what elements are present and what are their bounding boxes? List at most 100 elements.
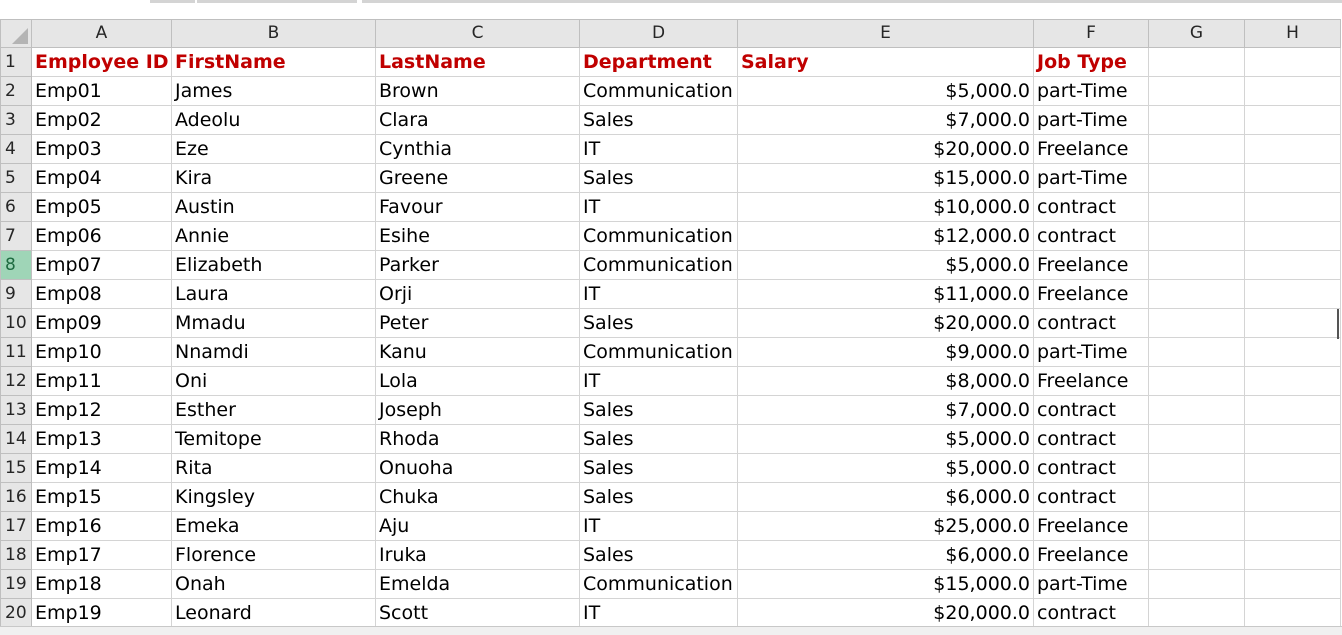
cell-e4[interactable]: $20,000.0 (737, 134, 1034, 164)
cell-a1[interactable]: Employee ID (31, 47, 172, 77)
cell-c17[interactable]: Aju (375, 511, 580, 541)
cell-f5[interactable]: part-Time (1033, 163, 1149, 193)
cell-h18[interactable] (1244, 540, 1341, 570)
cell-d7[interactable]: Communication (579, 221, 738, 251)
cell-b2[interactable]: James (171, 76, 376, 106)
cell-g13[interactable] (1148, 395, 1245, 425)
cell-d10[interactable]: Sales (579, 308, 738, 338)
column-header-e[interactable]: E (737, 19, 1034, 48)
row-header[interactable]: 6 (0, 192, 32, 222)
cell-e18[interactable]: $6,000.0 (737, 540, 1034, 570)
cell-a16[interactable]: Emp15 (31, 482, 172, 512)
cell-g8[interactable] (1148, 250, 1245, 280)
cell-c2[interactable]: Brown (375, 76, 580, 106)
cell-b1[interactable]: FirstName (171, 47, 376, 77)
cell-f20[interactable]: contract (1033, 598, 1149, 628)
cell-c13[interactable]: Joseph (375, 395, 580, 425)
cell-d17[interactable]: IT (579, 511, 738, 541)
cell-b5[interactable]: Kira (171, 163, 376, 193)
cell-h3[interactable] (1244, 105, 1341, 135)
cell-c5[interactable]: Greene (375, 163, 580, 193)
cell-d11[interactable]: Communication (579, 337, 738, 367)
cell-b18[interactable]: Florence (171, 540, 376, 570)
cell-c18[interactable]: Iruka (375, 540, 580, 570)
cell-h20[interactable] (1244, 598, 1341, 628)
cell-h15[interactable] (1244, 453, 1341, 483)
cell-a10[interactable]: Emp09 (31, 308, 172, 338)
cell-a15[interactable]: Emp14 (31, 453, 172, 483)
cell-f12[interactable]: Freelance (1033, 366, 1149, 396)
cell-b20[interactable]: Leonard (171, 598, 376, 628)
row-header[interactable]: 17 (0, 511, 32, 541)
cell-d13[interactable]: Sales (579, 395, 738, 425)
cell-g7[interactable] (1148, 221, 1245, 251)
cell-h10[interactable] (1244, 308, 1341, 338)
cell-h2[interactable] (1244, 76, 1341, 106)
column-header-c[interactable]: C (375, 19, 580, 48)
cell-a8[interactable]: Emp07 (31, 250, 172, 280)
cell-e8[interactable]: $5,000.0 (737, 250, 1034, 280)
cell-e15[interactable]: $5,000.0 (737, 453, 1034, 483)
cell-c10[interactable]: Peter (375, 308, 580, 338)
cell-d1[interactable]: Department (579, 47, 738, 77)
row-header[interactable]: 12 (0, 366, 32, 396)
cell-e7[interactable]: $12,000.0 (737, 221, 1034, 251)
cell-f1[interactable]: Job Type (1033, 47, 1149, 77)
cell-f10[interactable]: contract (1033, 308, 1149, 338)
cell-e16[interactable]: $6,000.0 (737, 482, 1034, 512)
cell-e20[interactable]: $20,000.0 (737, 598, 1034, 628)
row-header[interactable]: 10 (0, 308, 32, 338)
cell-f11[interactable]: part-Time (1033, 337, 1149, 367)
cell-b14[interactable]: Temitope (171, 424, 376, 454)
cell-h12[interactable] (1244, 366, 1341, 396)
row-header[interactable]: 9 (0, 279, 32, 309)
cell-d12[interactable]: IT (579, 366, 738, 396)
cell-f16[interactable]: contract (1033, 482, 1149, 512)
row-header[interactable]: 7 (0, 221, 32, 251)
cell-f17[interactable]: Freelance (1033, 511, 1149, 541)
cell-c4[interactable]: Cynthia (375, 134, 580, 164)
row-header[interactable]: 3 (0, 105, 32, 135)
cell-b4[interactable]: Eze (171, 134, 376, 164)
cell-h14[interactable] (1244, 424, 1341, 454)
cell-h4[interactable] (1244, 134, 1341, 164)
cell-f6[interactable]: contract (1033, 192, 1149, 222)
cell-f7[interactable]: contract (1033, 221, 1149, 251)
row-header[interactable]: 15 (0, 453, 32, 483)
cell-h9[interactable] (1244, 279, 1341, 309)
cell-g9[interactable] (1148, 279, 1245, 309)
cell-h17[interactable] (1244, 511, 1341, 541)
cell-a3[interactable]: Emp02 (31, 105, 172, 135)
cell-f8[interactable]: Freelance (1033, 250, 1149, 280)
cell-g16[interactable] (1148, 482, 1245, 512)
cell-e13[interactable]: $7,000.0 (737, 395, 1034, 425)
row-header[interactable]: 19 (0, 569, 32, 599)
cell-e14[interactable]: $5,000.0 (737, 424, 1034, 454)
cell-h13[interactable] (1244, 395, 1341, 425)
cell-g10[interactable] (1148, 308, 1245, 338)
cell-c11[interactable]: Kanu (375, 337, 580, 367)
column-header-b[interactable]: B (171, 19, 376, 48)
cell-h8[interactable] (1244, 250, 1341, 280)
cell-e19[interactable]: $15,000.0 (737, 569, 1034, 599)
cell-b8[interactable]: Elizabeth (171, 250, 376, 280)
cell-a13[interactable]: Emp12 (31, 395, 172, 425)
cell-f18[interactable]: Freelance (1033, 540, 1149, 570)
cell-b3[interactable]: Adeolu (171, 105, 376, 135)
cell-d6[interactable]: IT (579, 192, 738, 222)
cell-c6[interactable]: Favour (375, 192, 580, 222)
cell-b10[interactable]: Mmadu (171, 308, 376, 338)
cell-a6[interactable]: Emp05 (31, 192, 172, 222)
cell-d9[interactable]: IT (579, 279, 738, 309)
row-header[interactable]: 14 (0, 424, 32, 454)
cell-e1[interactable]: Salary (737, 47, 1034, 77)
row-header[interactable]: 11 (0, 337, 32, 367)
cell-c14[interactable]: Rhoda (375, 424, 580, 454)
cell-a18[interactable]: Emp17 (31, 540, 172, 570)
cell-d19[interactable]: Communication (579, 569, 738, 599)
cell-c19[interactable]: Emelda (375, 569, 580, 599)
cell-b12[interactable]: Oni (171, 366, 376, 396)
cell-c9[interactable]: Orji (375, 279, 580, 309)
cell-g20[interactable] (1148, 598, 1245, 628)
row-header[interactable]: 8 (0, 250, 32, 280)
